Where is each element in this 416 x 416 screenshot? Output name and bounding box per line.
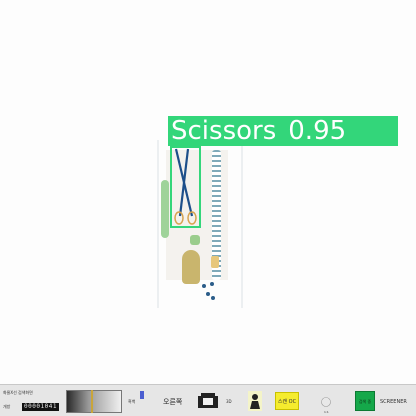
detection-label: Scissors 0.95	[168, 116, 398, 146]
detection-class: Scissors	[171, 116, 277, 146]
level-indicator	[140, 391, 144, 399]
detection-confidence: 0.95	[288, 116, 347, 146]
small-object	[211, 256, 219, 268]
mode-label: 3D	[226, 399, 232, 404]
screener-status-button[interactable]: 검색 중	[355, 391, 375, 411]
xray-viewport: Scissors 0.95	[0, 0, 416, 384]
counter-prefix: 개방	[3, 404, 11, 409]
radiation-warning-icon	[320, 396, 332, 408]
gradient-bar-icon[interactable]	[66, 390, 122, 413]
small-object	[190, 235, 200, 245]
bottle-object	[182, 250, 200, 284]
toolbar-title: 화물X선 검색화면	[3, 390, 33, 395]
detection-box[interactable]	[170, 146, 201, 228]
scanner-machine-icon[interactable]	[196, 392, 220, 410]
bag-counter: 00001041	[22, 403, 59, 411]
operator-toolbar: 화물X선 검색화면 개방 00001041 흑백 오른쪽 3D 스캔 OC 1:…	[0, 384, 416, 416]
zoom-code: 1:1	[324, 410, 329, 414]
operator-icon[interactable]	[248, 391, 262, 411]
zipper-dots	[200, 282, 216, 302]
screener-label: SCREENER	[380, 399, 407, 405]
gradient-cursor[interactable]	[91, 390, 93, 413]
direction-button[interactable]: 오른쪽	[163, 397, 182, 407]
gray-label: 흑백	[128, 399, 136, 404]
scan-button[interactable]: 스캔 OC	[275, 392, 299, 410]
